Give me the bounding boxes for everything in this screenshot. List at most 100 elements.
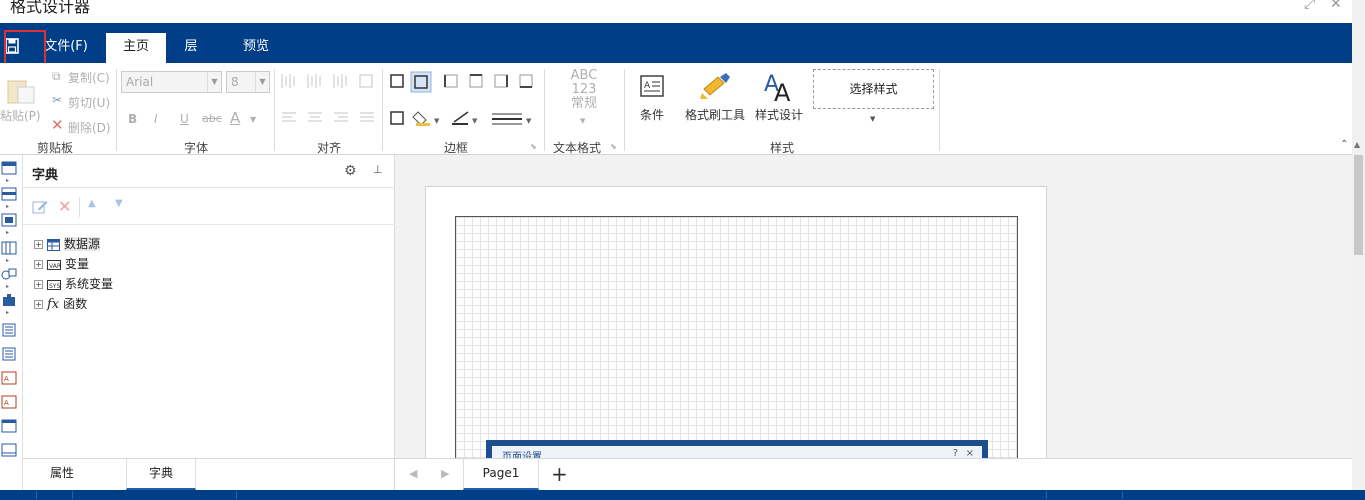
rich-text-icon[interactable] <box>1 347 17 361</box>
components-icon[interactable] <box>1 293 17 307</box>
border-style-icons[interactable]: ▼ ▼ ▼ <box>388 108 538 130</box>
tree-item-function[interactable]: + fx 函数 <box>34 295 87 313</box>
collapse-ribbon-icon[interactable]: ⌃ <box>1340 139 1348 150</box>
next-page-icon[interactable]: ▶ <box>441 467 449 480</box>
font-size-select[interactable]: 8 ▼ <box>226 71 270 93</box>
group-separator <box>274 69 275 151</box>
style-designer-icon[interactable]: A A <box>762 69 796 103</box>
tab-properties[interactable]: 属性 <box>23 459 101 490</box>
group-separator <box>382 69 383 151</box>
font-color-button[interactable]: A <box>230 109 240 127</box>
font-family-value: Arial <box>126 75 154 89</box>
format-painter-button[interactable]: 格式刷工具 <box>685 106 745 123</box>
tree-item-label: 数据源 <box>64 237 101 251</box>
status-separator <box>1046 491 1047 499</box>
expand-icon[interactable]: + <box>34 260 43 269</box>
group-separator <box>544 69 545 151</box>
group-label-border: 边框 <box>443 141 468 155</box>
expand-arrow-icon[interactable]: ▸ <box>6 229 9 236</box>
move-down-icon[interactable]: ▼ <box>115 198 123 209</box>
expand-icon[interactable]: + <box>34 280 43 289</box>
dialog-close-button[interactable]: × <box>966 448 974 458</box>
align-bottom-row-icons[interactable] <box>280 110 376 126</box>
expand-icon[interactable]: + <box>34 300 43 309</box>
paste-icon[interactable] <box>6 77 36 105</box>
dialog-launcher-icon[interactable]: ⬊ <box>610 142 617 151</box>
tab-dictionary[interactable]: 字典 <box>126 459 196 490</box>
cut-button[interactable]: 剪切(U) <box>68 94 110 111</box>
help-button[interactable]: ? <box>953 448 958 458</box>
ribbon-home: 粘贴(P) ⧉ 复制(C) ✂ 剪切(U) ✕ 删除(D) 剪贴板 Arial … <box>0 63 1352 155</box>
design-canvas[interactable]: 页面设置 ? × <box>395 155 1352 458</box>
report-page[interactable]: 页面设置 ? × <box>425 186 1047 458</box>
maximize-icon[interactable]: ⤢ <box>1304 0 1315 12</box>
label-icon[interactable]: A <box>1 371 17 385</box>
expand-arrow-icon[interactable]: ▸ <box>6 309 9 316</box>
svg-text:A: A <box>774 79 791 103</box>
italic-button[interactable]: I <box>154 112 158 126</box>
strikethrough-button[interactable]: abc <box>202 112 222 125</box>
paste-button[interactable]: 粘贴(P) <box>0 107 41 124</box>
panel-icon[interactable] <box>1 419 17 433</box>
group-label-clipboard: 剪贴板 <box>36 141 73 155</box>
close-icon[interactable]: ✕ <box>1330 0 1342 12</box>
expand-icon[interactable]: + <box>34 240 43 249</box>
cross-band-icon[interactable] <box>1 241 17 255</box>
svg-text:A: A <box>4 399 9 407</box>
border-sides-icons[interactable] <box>388 71 538 93</box>
format-painter-icon[interactable] <box>700 71 734 101</box>
expand-arrow-icon[interactable]: ▸ <box>6 257 9 264</box>
tree-item-system-variable[interactable]: + SYS 系统变量 <box>34 275 113 293</box>
gear-icon[interactable]: ⚙ <box>344 163 357 179</box>
add-page-button[interactable]: + <box>551 462 568 486</box>
delete-button[interactable]: 删除(D) <box>68 119 111 136</box>
page-break-icon[interactable] <box>1 443 17 457</box>
pin-icon[interactable]: ⊥ <box>373 163 383 176</box>
prev-page-icon[interactable]: ◀ <box>409 467 417 480</box>
delete-icon[interactable]: ✕ <box>58 197 71 216</box>
condition-icon[interactable]: A <box>639 73 667 101</box>
move-up-icon[interactable]: ▲ <box>88 198 96 209</box>
align-top-row-icons[interactable] <box>280 71 376 91</box>
shapes-icon[interactable] <box>1 267 17 281</box>
underline-button[interactable]: U <box>180 112 189 126</box>
expand-arrow-icon[interactable]: ▸ <box>6 283 9 290</box>
report-title-band-icon[interactable] <box>1 161 17 175</box>
status-bar <box>0 490 1365 500</box>
tab-layer[interactable]: 层 <box>176 33 206 63</box>
tab-preview[interactable]: 预览 <box>236 33 276 63</box>
font-size-value: 8 <box>231 75 239 89</box>
page-grid[interactable] <box>455 216 1018 458</box>
scroll-up-icon[interactable]: ▲ <box>1354 140 1360 149</box>
group-separator <box>116 69 117 151</box>
tree-item-variable[interactable]: + VAR 变量 <box>34 255 89 273</box>
page-setup-dialog[interactable]: 页面设置 ? × <box>486 440 988 458</box>
dictionary-toolbar: ✕ ▲ ▼ <box>23 189 395 225</box>
font-family-select[interactable]: Arial ▼ <box>121 71 222 93</box>
page-setup-title: 页面设置 <box>502 452 542 458</box>
page-tab-page1[interactable]: Page1 <box>463 459 539 490</box>
dictionary-title: 字典 <box>32 168 59 183</box>
scrollbar-thumb[interactable] <box>1354 155 1363 255</box>
bold-button[interactable]: B <box>128 112 137 126</box>
select-style-dropdown[interactable]: 选择样式 <box>813 69 934 109</box>
text-box-icon[interactable]: A <box>1 395 17 409</box>
expand-arrow-icon[interactable]: ▸ <box>6 177 9 184</box>
tab-file[interactable]: 文件(F) <box>40 33 92 63</box>
data-band-icon[interactable] <box>1 213 17 227</box>
condition-button[interactable]: 条件 <box>640 106 664 123</box>
edit-icon[interactable] <box>32 199 48 215</box>
text-icon[interactable] <box>1 323 17 337</box>
header-band-icon[interactable] <box>1 187 17 201</box>
chevron-down-icon[interactable]: ▼ <box>870 115 875 123</box>
expand-arrow-icon[interactable]: ▸ <box>6 203 9 210</box>
cut-icon: ✂ <box>52 93 63 107</box>
tree-item-label: 函数 <box>63 297 88 311</box>
vertical-scrollbar[interactable]: ▲ <box>1352 0 1365 490</box>
dialog-launcher-icon[interactable]: ⬊ <box>530 142 537 151</box>
text-format-preview[interactable]: ABC 123 常规 <box>568 69 600 111</box>
style-designer-button[interactable]: 样式设计 <box>755 106 803 123</box>
tree-item-datasource[interactable]: + 数据源 <box>34 235 101 253</box>
copy-button[interactable]: 复制(C) <box>68 69 110 86</box>
tab-home[interactable]: 主页 <box>106 33 166 63</box>
